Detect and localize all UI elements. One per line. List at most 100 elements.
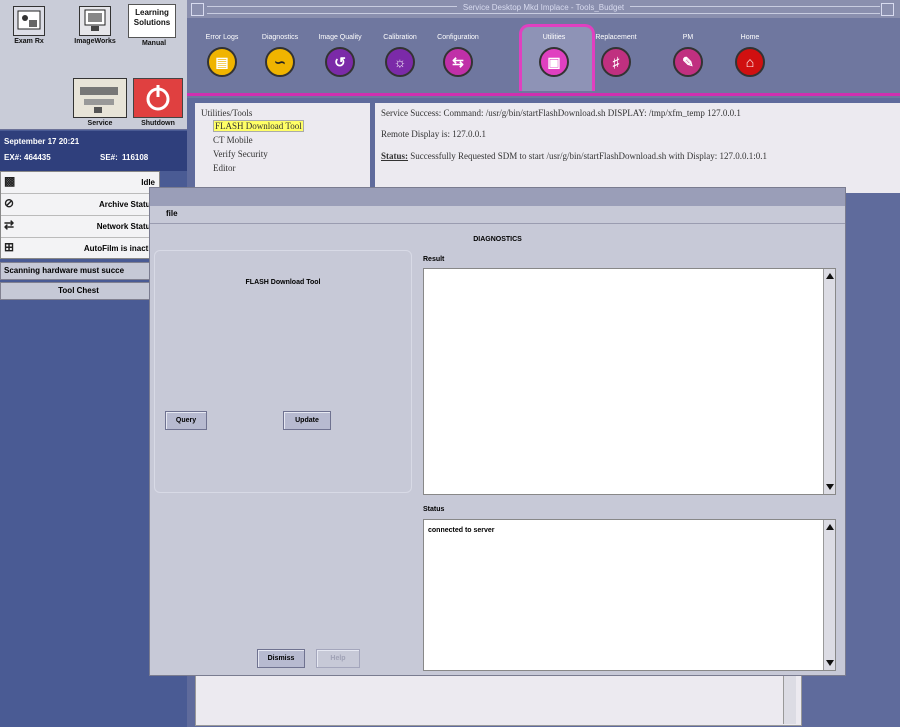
app-label: Manual xyxy=(141,40,167,47)
ex-value: 464435 xyxy=(24,153,51,162)
se-value: 116108 xyxy=(122,153,149,162)
utilities-icon: ▣ xyxy=(539,47,569,77)
help-button[interactable]: Help xyxy=(316,649,360,668)
service-icon xyxy=(73,78,127,118)
status-textarea[interactable]: connected to server xyxy=(423,519,836,671)
status-text: AutoFilm is inactiv xyxy=(83,244,155,253)
toolbar-label: Diagnostics xyxy=(261,34,299,41)
status-label: Status: xyxy=(381,151,409,161)
message-line-1: Service Success: Command: /usr/g/bin/sta… xyxy=(381,108,741,118)
power-icon xyxy=(133,78,183,118)
app-service[interactable]: Service xyxy=(72,78,128,127)
stethoscope-icon: ∽ xyxy=(265,47,295,77)
learning-solutions-label: Learning Solutions xyxy=(133,8,171,27)
toolbar-pm[interactable]: PM ✎ xyxy=(657,34,719,77)
app-label: Service xyxy=(87,120,113,127)
status-row-autofilm[interactable]: ⊞ AutoFilm is inactiv xyxy=(1,238,159,259)
tree-item-editor[interactable]: Editor xyxy=(213,163,236,173)
toolbar-label: Error Logs xyxy=(205,34,239,41)
status-text: Idle xyxy=(141,178,155,187)
result-textarea[interactable] xyxy=(423,268,836,495)
tool-chest-button[interactable]: Tool Chest xyxy=(0,282,157,300)
menu-file[interactable]: file xyxy=(166,209,178,218)
result-label: Result xyxy=(423,256,445,263)
service-messages: Service Success: Command: /usr/g/bin/sta… xyxy=(375,103,900,193)
monitor-icon xyxy=(79,6,111,36)
scroll-up-icon[interactable] xyxy=(826,524,834,530)
status-list: ▩ Idle ⊘ Archive Status ⇄ Network Status… xyxy=(0,171,160,259)
message-line-2: Remote Display is: 127.0.0.1 xyxy=(381,129,486,139)
toolbar-diagnostics[interactable]: Diagnostics ∽ xyxy=(249,34,311,77)
scroll-down-icon[interactable] xyxy=(826,484,834,490)
replacement-icon: ♯ xyxy=(601,47,631,77)
app-learning-solutions[interactable]: Learning Solutions Manual xyxy=(128,4,180,47)
message-line-3: Status: Successfully Requested SDM to st… xyxy=(381,151,767,161)
camera-icon: ▩ xyxy=(4,174,16,188)
error-logs-icon: ▤ xyxy=(207,47,237,77)
calibration-icon: ☼ xyxy=(385,47,415,77)
tree-item-ct-mobile[interactable]: CT Mobile xyxy=(213,135,253,145)
toolbar-calibration[interactable]: Calibration ☼ xyxy=(369,34,431,77)
toolbar-configuration[interactable]: Configuration ⇆ xyxy=(427,34,489,77)
service-output-scrollbar[interactable] xyxy=(783,674,796,724)
service-window-title: Service Desktop Mkd Implace - Tools_Budg… xyxy=(456,3,631,12)
toolbar-label: PM xyxy=(682,34,694,41)
diagnostics-dialog: file DIAGNOSTICS FLASH Download Tool Que… xyxy=(149,187,846,676)
scroll-up-icon[interactable] xyxy=(826,273,834,279)
status-row-idle[interactable]: ▩ Idle xyxy=(1,172,159,194)
pm-icon: ✎ xyxy=(673,47,703,77)
toolbar-home[interactable]: Home ⌂ xyxy=(719,34,781,77)
service-output-area[interactable] xyxy=(195,674,802,726)
archive-icon: ⊘ xyxy=(4,196,15,210)
exam-info: September 17 20:21 EX#: 464435 SE#: 1161… xyxy=(0,131,187,171)
dialog-heading: DIAGNOSTICS xyxy=(473,236,522,243)
toolbar-label: Home xyxy=(740,34,760,41)
scan-message: Scanning hardware must succe xyxy=(0,262,157,280)
maximize-icon[interactable] xyxy=(881,3,894,16)
toolbar-label: Replacement xyxy=(595,34,637,41)
date-time: September 17 20:21 xyxy=(4,137,80,146)
toolbar-label: Configuration xyxy=(437,34,479,41)
status-scrollbar[interactable] xyxy=(823,520,835,670)
ex-label: EX#: xyxy=(4,153,22,162)
status-row-archive[interactable]: ⊘ Archive Status xyxy=(1,194,159,216)
exam-rx-icon xyxy=(13,6,45,36)
result-scrollbar[interactable] xyxy=(823,269,835,494)
status-row-network[interactable]: ⇄ Network Status xyxy=(1,216,159,238)
toolbar-error-logs[interactable]: Error Logs ▤ xyxy=(191,34,253,77)
tree-item-flash[interactable]: FLASH Download Tool xyxy=(213,120,304,132)
toolbar-replacement[interactable]: Replacement ♯ xyxy=(585,34,647,77)
toolbar-utilities[interactable]: Utilities ▣ xyxy=(519,24,595,91)
se-label: SE#: xyxy=(100,153,118,162)
app-launcher: Exam Rx ImageWorks Learning Solutions Ma… xyxy=(0,0,187,130)
status-text: Network Status xyxy=(96,222,155,231)
panel-title: FLASH Download Tool xyxy=(245,279,321,286)
service-title-bar: Service Desktop Mkd Implace - Tools_Budg… xyxy=(187,0,900,18)
toolbar-label: Calibration xyxy=(383,34,417,41)
app-label: ImageWorks xyxy=(74,38,116,45)
service-toolbar: Error Logs ▤ Diagnostics ∽ Image Quality… xyxy=(187,18,900,98)
network-icon: ⇄ xyxy=(4,218,15,232)
toolbar-label: Image Quality xyxy=(318,34,362,41)
toolbar-label: Utilities xyxy=(542,34,566,41)
scroll-down-icon[interactable] xyxy=(826,660,834,666)
dialog-title-bar[interactable] xyxy=(150,188,845,206)
status-text: Archive Status xyxy=(98,200,155,209)
status-label: Status xyxy=(423,506,445,513)
update-button[interactable]: Update xyxy=(283,411,331,430)
utilities-tree: Utilities/Tools FLASH Download Tool CT M… xyxy=(195,103,370,193)
app-shutdown[interactable]: Shutdown xyxy=(132,78,184,127)
query-button[interactable]: Query xyxy=(165,411,207,430)
toolbar-image-quality[interactable]: Image Quality ↺ xyxy=(309,34,371,77)
autofilm-icon: ⊞ xyxy=(4,240,15,254)
app-exam-rx[interactable]: Exam Rx xyxy=(10,6,48,45)
status-message: Successfully Requested SDM to start /usr… xyxy=(410,151,767,161)
app-imageworks[interactable]: ImageWorks xyxy=(70,6,120,45)
dialog-menubar: file xyxy=(150,206,845,224)
home-icon: ⌂ xyxy=(735,47,765,77)
configuration-icon: ⇆ xyxy=(443,47,473,77)
tree-item-verify-security[interactable]: Verify Security xyxy=(213,149,268,159)
dismiss-button[interactable]: Dismiss xyxy=(257,649,305,668)
app-label: Shutdown xyxy=(141,120,175,127)
tree-root[interactable]: Utilities/Tools xyxy=(201,108,252,118)
